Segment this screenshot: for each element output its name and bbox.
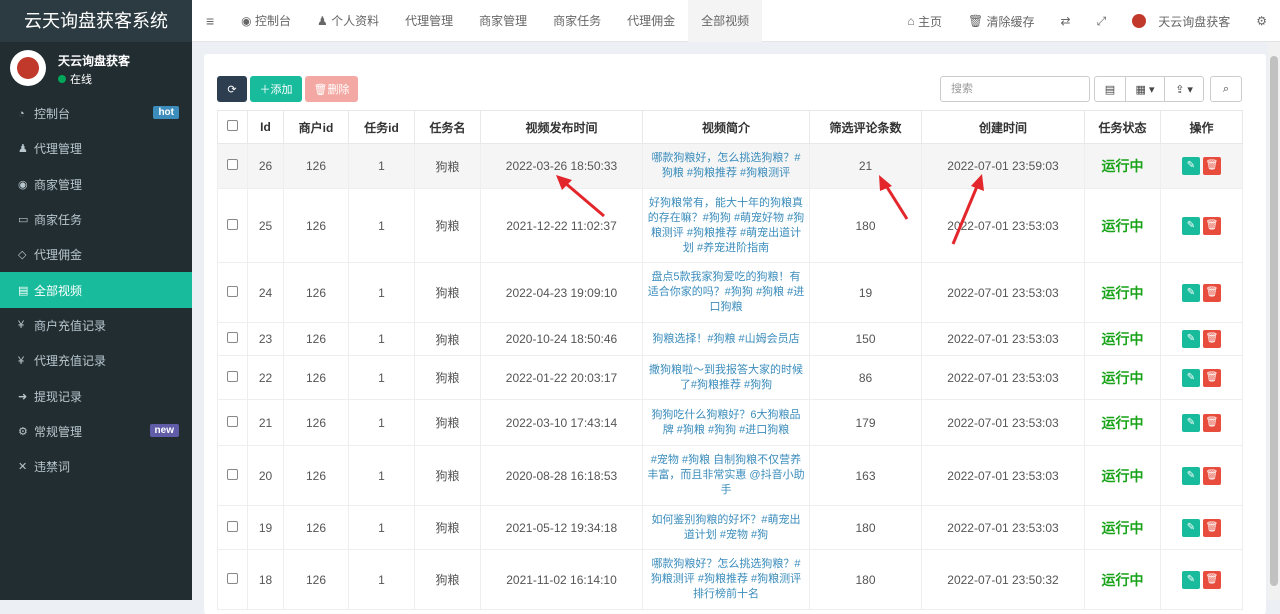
user-plus-icon: ♟ [18, 143, 28, 156]
red-arrow-comment-count [879, 175, 909, 220]
tab-label: 控制台 [254, 14, 291, 28]
sidebar-item-label: 代理充值记录 [34, 354, 107, 369]
sidebar-item-label: 违禁词 [34, 460, 71, 475]
tab-label: 代理佣金 [627, 14, 676, 28]
sidebar-menu: ◔ 控制台 hot ♟ 代理管理 ◉ 商家管理 ▭ 商家任务 ◇ 代理佣金 ▤ 全部视频 ¥ 商户充值记录 ¥… [0, 96, 192, 484]
tab-label: 个人资料 [331, 14, 380, 28]
user-panel: 天云询盘获客 在线 [0, 42, 192, 97]
sidebar-item-1[interactable]: ♟ 代理管理 [0, 131, 192, 166]
annotation-arrows [556, 174, 984, 245]
user-name: 天云询盘获客 [58, 54, 131, 68]
eye-icon: ◉ [18, 178, 28, 191]
tab-dashboard[interactable]: ◉ 控制台 [228, 0, 304, 42]
tab-merchant-task[interactable]: 商家任务 [540, 0, 614, 42]
page-scrollbar[interactable] [1268, 42, 1280, 600]
menu-toggle-icon[interactable]: ≡ [192, 0, 228, 42]
tab-label: 商家管理 [479, 14, 528, 28]
sidebar-item-5[interactable]: ▤ 全部视频 [0, 272, 192, 308]
user-status: 在线 [58, 71, 92, 87]
fullscreen-icon[interactable]: ⤢ [1084, 0, 1120, 42]
home-label: 主页 [917, 14, 942, 29]
online-dot-icon [58, 75, 66, 83]
tab-merchant[interactable]: 商家管理 [466, 0, 540, 42]
settings-gear-icon[interactable]: ⚙ [1243, 0, 1280, 42]
app-title[interactable]: 云天询盘获客系统 [0, 0, 192, 42]
yen-icon: ¥ [18, 319, 25, 332]
account-menu[interactable]: 天云询盘获客 [1119, 0, 1243, 42]
tab-label: 商家任务 [553, 14, 602, 28]
keyboard-icon: ▭ [18, 214, 29, 227]
tab-agent[interactable]: 代理管理 [392, 0, 466, 42]
yen-icon: ¥ [18, 354, 25, 367]
translate-icon[interactable]: ⇄ [1048, 0, 1084, 42]
sidebar-item-9[interactable]: ⚙ 常规管理 new [0, 414, 192, 449]
sidebar-badge: hot [153, 106, 179, 119]
diamond-icon: ◇ [18, 249, 27, 262]
sidebar-item-label: 代理佣金 [34, 248, 83, 263]
clear-cache-label: 清除缓存 [986, 14, 1035, 29]
sidebar-item-label: 控制台 [34, 107, 71, 122]
sidebar-item-label: 代理管理 [34, 142, 83, 157]
sidebar-item-0[interactable]: ◔ 控制台 hot [0, 96, 192, 131]
sidebar-item-7[interactable]: ¥ 代理充值记录 [0, 343, 192, 378]
red-arrow-publish-time [556, 175, 605, 218]
close-icon: ✕ [18, 461, 28, 474]
sidebar-item-label: 常规管理 [34, 424, 83, 439]
sidebar-item-4[interactable]: ◇ 代理佣金 [0, 237, 192, 272]
main-panel: ⟳ ＋添加 🗑 删除 搜索 ▤ ▦ ▾ ⇪ ▾ ⌕ Id 商户id 任务id 任务… [204, 54, 1266, 614]
tab-label: 全部视频 [701, 14, 750, 28]
sidebar-item-label: 全部视频 [34, 283, 83, 298]
sidebar: 云天询盘获客系统 天云询盘获客 在线 ◔ 控制台 hot ♟ 代理管理 ◉ 商家管理 ▭ 商家任… [0, 0, 192, 600]
home-link[interactable]: ⌂ 主页 [894, 0, 955, 42]
sidebar-item-label: 商家管理 [34, 177, 83, 192]
tab-all-videos[interactable]: 全部视频 [688, 0, 763, 42]
sidebar-item-label: 提现记录 [34, 389, 83, 404]
tab-profile[interactable]: ♟ 个人资料 [304, 0, 392, 42]
cogs-icon: ⚙ [18, 425, 28, 438]
red-arrow-created-time [951, 174, 984, 245]
account-name: 天云询盘获客 [1158, 14, 1231, 29]
file-icon: ▤ [18, 284, 29, 297]
sidebar-item-label: 商家任务 [34, 213, 83, 228]
sidebar-item-2[interactable]: ◉ 商家管理 [0, 167, 192, 202]
topbar: ≡ ◉ 控制台 ♟ 个人资料 代理管理 商家管理 商家任务 代理佣金 全部视频 … [192, 0, 1280, 42]
tab-commission[interactable]: 代理佣金 [614, 0, 688, 42]
sidebar-item-8[interactable]: ➜ 提现记录 [0, 378, 192, 413]
dashboard-icon: ◔ [18, 107, 25, 120]
avatar [10, 50, 46, 86]
sidebar-item-10[interactable]: ✕ 违禁词 [0, 449, 192, 484]
sidebar-item-label: 商户充值记录 [34, 318, 107, 333]
user-status-label: 在线 [70, 74, 92, 86]
account-avatar [1132, 14, 1147, 28]
sidebar-item-3[interactable]: ▭ 商家任务 [0, 202, 192, 237]
sidebar-badge: new [149, 423, 179, 437]
clear-cache-button[interactable]: 🗑 清除缓存 [955, 0, 1048, 42]
sign-in-icon: ➜ [18, 390, 28, 403]
tab-label: 代理管理 [405, 14, 454, 28]
sidebar-item-6[interactable]: ¥ 商户充值记录 [0, 308, 192, 343]
scrollbar-thumb[interactable] [1270, 56, 1278, 586]
